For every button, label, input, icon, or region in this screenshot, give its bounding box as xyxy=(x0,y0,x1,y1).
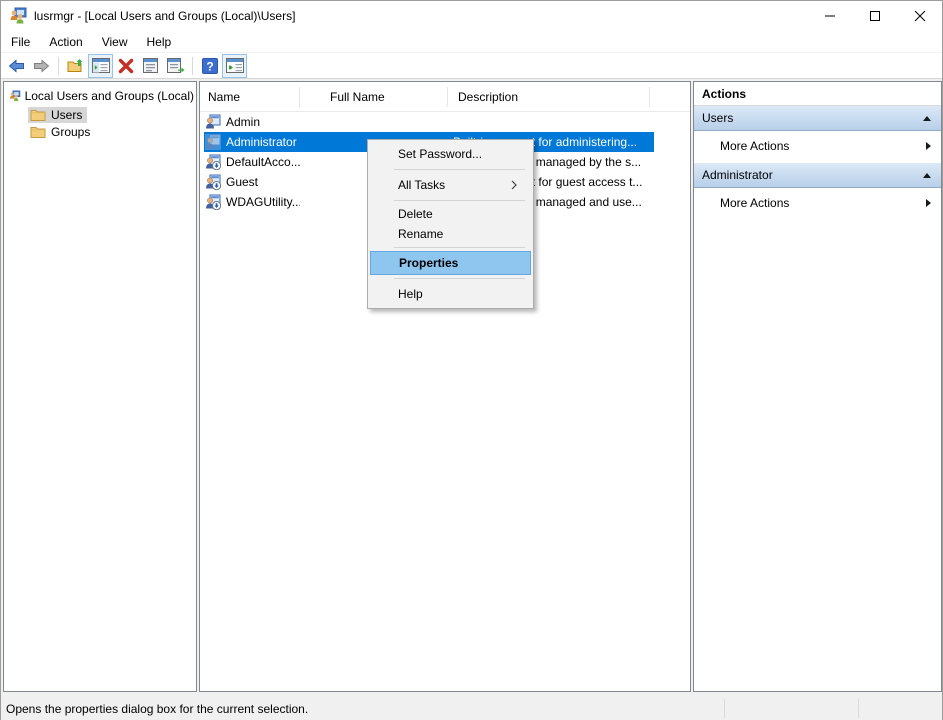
submenu-arrow-icon xyxy=(926,199,931,207)
actions-section-users[interactable]: Users xyxy=(694,106,941,131)
menu-separator xyxy=(394,247,525,248)
menu-bar: File Action View Help xyxy=(1,31,942,53)
show-action-pane-icon xyxy=(226,58,244,73)
forward-icon xyxy=(33,58,50,74)
menu-item-rename[interactable]: Rename xyxy=(368,224,533,244)
user-name: Guest xyxy=(226,175,258,189)
menu-item-all-tasks[interactable]: All Tasks xyxy=(368,173,533,197)
console-tree-panel: Local Users and Groups (Local) Users Gro… xyxy=(3,81,197,692)
lusrmgr-window: lusrmgr - [Local Users and Groups (Local… xyxy=(0,0,943,720)
tree-item-groups[interactable]: Groups xyxy=(28,124,95,140)
tree-root-label: Local Users and Groups (Local) xyxy=(25,89,194,103)
menu-view[interactable]: View xyxy=(93,33,137,51)
user-icon-selected xyxy=(205,134,221,150)
more-actions-users[interactable]: More Actions xyxy=(694,131,941,160)
user-disabled-icon xyxy=(205,174,221,190)
submenu-arrow-icon xyxy=(511,180,517,190)
actions-section-users-label: Users xyxy=(702,111,733,125)
column-header-name[interactable]: Name xyxy=(200,87,300,107)
help-button[interactable]: ? xyxy=(198,55,221,77)
delete-icon xyxy=(118,58,134,74)
menu-item-set-password[interactable]: Set Password... xyxy=(368,142,533,166)
toolbar: ? xyxy=(1,53,942,79)
properties-button[interactable] xyxy=(139,55,162,77)
export-list-button[interactable] xyxy=(164,55,187,77)
status-text: Opens the properties dialog box for the … xyxy=(1,702,308,716)
menu-item-all-tasks-label: All Tasks xyxy=(398,178,445,192)
app-icon xyxy=(9,7,27,25)
user-name: Administrator xyxy=(226,135,297,149)
user-disabled-icon xyxy=(205,194,221,210)
export-list-icon xyxy=(167,58,185,73)
tree-item-users-label: Users xyxy=(51,108,82,122)
show-console-tree-icon xyxy=(92,58,110,73)
maximize-button[interactable] xyxy=(852,1,897,31)
minimize-button[interactable] xyxy=(807,1,852,31)
toolbar-separator xyxy=(192,57,193,75)
actions-section-administrator[interactable]: Administrator xyxy=(694,163,941,188)
user-row-admin[interactable]: Admin xyxy=(204,112,654,132)
user-disabled-icon xyxy=(205,154,221,170)
up-one-level-icon xyxy=(67,58,84,74)
statusbar-separator xyxy=(724,699,725,718)
menu-item-help[interactable]: Help xyxy=(368,282,533,306)
menu-separator xyxy=(394,200,525,201)
properties-icon xyxy=(142,58,159,73)
show-action-pane-button[interactable] xyxy=(223,55,246,77)
column-header-full-name[interactable]: Full Name xyxy=(300,87,448,107)
menu-separator xyxy=(394,169,525,170)
menu-item-delete[interactable]: Delete xyxy=(368,204,533,224)
menu-file[interactable]: File xyxy=(2,33,39,51)
menu-separator xyxy=(394,278,525,279)
menu-action[interactable]: Action xyxy=(40,33,91,51)
folder-icon xyxy=(30,108,46,122)
folder-icon xyxy=(30,125,46,139)
close-button[interactable] xyxy=(897,1,942,31)
delete-button[interactable] xyxy=(114,55,137,77)
help-icon: ? xyxy=(202,58,218,74)
up-level-button[interactable] xyxy=(64,55,87,77)
more-actions-label: More Actions xyxy=(720,196,789,210)
tree-item-groups-label: Groups xyxy=(51,125,90,139)
toolbar-separator xyxy=(58,57,59,75)
svg-text:?: ? xyxy=(206,59,213,73)
collapse-icon xyxy=(923,116,931,121)
back-button[interactable] xyxy=(5,55,28,77)
user-name: Admin xyxy=(226,115,260,129)
maximize-icon xyxy=(869,10,881,22)
title-bar: lusrmgr - [Local Users and Groups (Local… xyxy=(1,1,942,31)
context-menu: Set Password... All Tasks Delete Rename … xyxy=(367,139,534,309)
tree-root-local-users-and-groups[interactable]: Local Users and Groups (Local) xyxy=(4,82,196,106)
close-icon xyxy=(914,10,926,22)
status-bar: Opens the properties dialog box for the … xyxy=(1,696,942,720)
menu-item-properties[interactable]: Properties xyxy=(370,251,531,275)
statusbar-separator xyxy=(858,699,859,718)
column-header-description[interactable]: Description xyxy=(448,87,650,107)
user-icon xyxy=(205,114,221,130)
more-actions-administrator[interactable]: More Actions xyxy=(694,188,941,217)
submenu-arrow-icon xyxy=(926,142,931,150)
computer-users-icon xyxy=(9,88,21,104)
actions-section-administrator-label: Administrator xyxy=(702,168,773,182)
forward-button[interactable] xyxy=(30,55,53,77)
back-icon xyxy=(8,58,25,74)
minimize-icon xyxy=(824,10,836,22)
actions-pane-title: Actions xyxy=(694,82,941,106)
show-console-tree-button[interactable] xyxy=(89,55,112,77)
more-actions-label: More Actions xyxy=(720,139,789,153)
user-name: DefaultAcco... xyxy=(226,155,300,169)
tree-item-users[interactable]: Users xyxy=(28,107,87,123)
window-title: lusrmgr - [Local Users and Groups (Local… xyxy=(34,9,295,23)
actions-panel: Actions Users More Actions Administrator… xyxy=(693,81,942,692)
list-header: Name Full Name Description xyxy=(200,82,690,112)
user-name: WDAGUtility... xyxy=(226,195,300,209)
collapse-icon xyxy=(923,173,931,178)
menu-help[interactable]: Help xyxy=(138,33,181,51)
